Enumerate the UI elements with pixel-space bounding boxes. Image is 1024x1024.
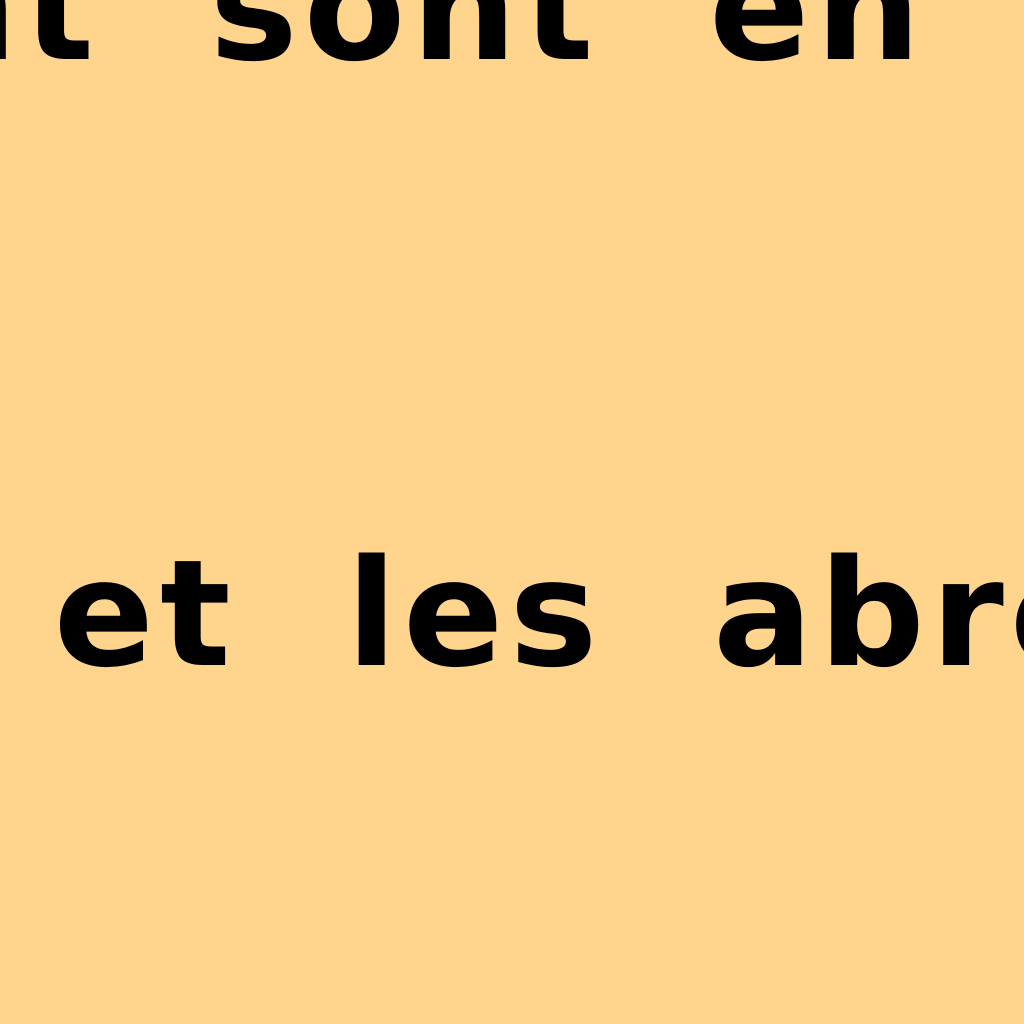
- text-line-top: nt sont en piec: [0, 0, 1024, 94]
- zoomed-text-view: nt sont en piec s et les abrévia: [0, 0, 1024, 1024]
- text-line-middle: s et les abrévia: [0, 528, 1024, 700]
